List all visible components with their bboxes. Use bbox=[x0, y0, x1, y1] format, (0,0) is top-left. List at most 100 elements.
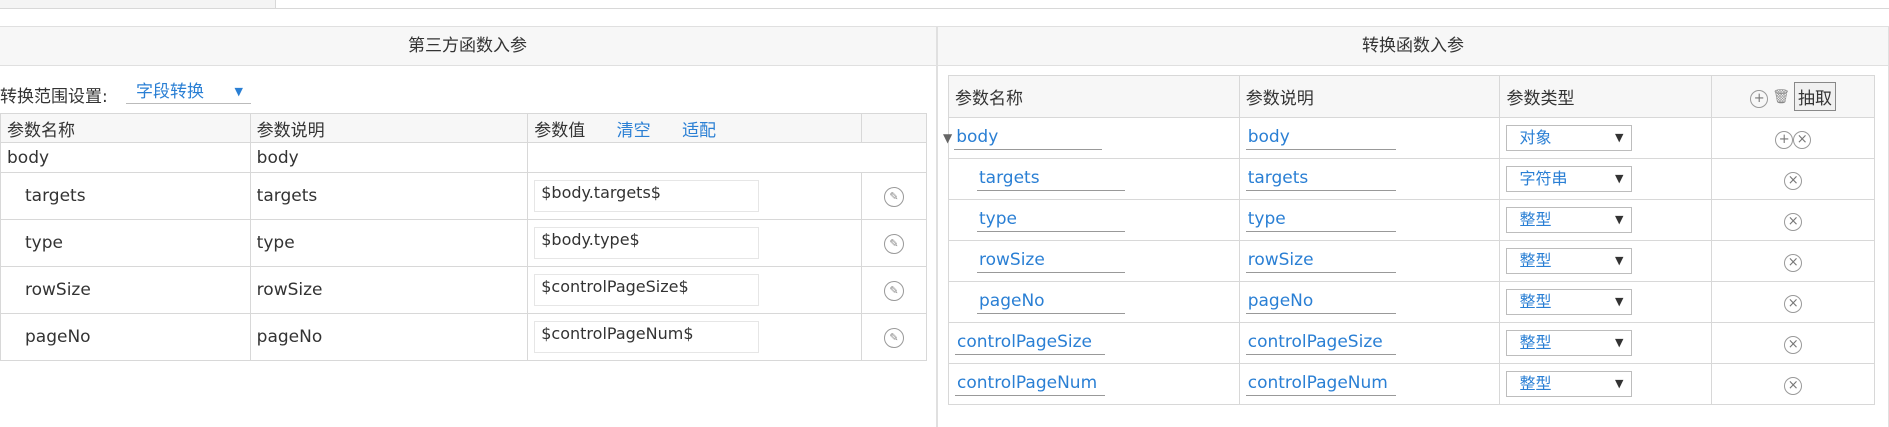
param-name-input[interactable]: controlPageSize bbox=[955, 332, 1105, 355]
type-cell: 整型 ▼ bbox=[1499, 281, 1713, 323]
table-row: targets targets 字符串 ▼ × bbox=[948, 158, 1875, 200]
table-row: controlPageNum controlPageNum 整型 ▼ × bbox=[948, 363, 1875, 405]
type-value: 整型 bbox=[1519, 251, 1552, 270]
param-name: rowSize bbox=[0, 266, 251, 314]
param-value-cell: $controlPageNum$ bbox=[527, 313, 863, 361]
name-cell: controlPageSize bbox=[948, 322, 1240, 364]
name-cell: type bbox=[948, 199, 1240, 241]
col-header-desc: 参数说明 bbox=[1238, 75, 1501, 118]
action-cell: × bbox=[1711, 281, 1875, 323]
x-circle-icon[interactable]: × bbox=[1784, 253, 1803, 272]
desc-cell: pageNo bbox=[1238, 281, 1501, 323]
action-cell: × bbox=[1711, 363, 1875, 405]
third-party-params-table: 参数名称 参数说明 参数值 清空 适配 body body targets ta… bbox=[0, 113, 927, 361]
param-name-input[interactable]: targets bbox=[977, 168, 1125, 191]
x-circle-icon[interactable]: × bbox=[1784, 335, 1803, 354]
param-name-input[interactable]: body bbox=[954, 127, 1103, 150]
range-label: 转换范围设置: bbox=[0, 87, 108, 107]
type-select[interactable]: 字符串 ▼ bbox=[1506, 166, 1633, 192]
param-desc: pageNo bbox=[249, 313, 529, 361]
col-header-desc: 参数说明 bbox=[249, 113, 529, 143]
col-header-type: 参数类型 bbox=[1499, 75, 1713, 118]
type-cell: 整型 ▼ bbox=[1499, 240, 1713, 282]
table-row: rowSize rowSize $controlPageSize$ ✎ bbox=[0, 266, 927, 314]
type-select[interactable]: 整型 ▼ bbox=[1506, 207, 1633, 233]
table-row: type type 整型 ▼ × bbox=[948, 199, 1875, 241]
type-cell: 对象 ▼ bbox=[1499, 117, 1713, 159]
range-select[interactable]: 字段转换 ▼ bbox=[126, 80, 251, 104]
type-value: 字符串 bbox=[1519, 169, 1568, 188]
top-tab[interactable] bbox=[0, 0, 276, 8]
chevron-down-icon: ▼ bbox=[234, 85, 243, 98]
chevron-down-icon: ▼ bbox=[1615, 131, 1624, 144]
type-value: 对象 bbox=[1519, 128, 1552, 147]
action-cell: ✎ bbox=[861, 219, 927, 267]
param-desc-input[interactable]: type bbox=[1245, 209, 1396, 232]
table-row: targets targets $body.targets$ ✎ bbox=[0, 172, 927, 220]
param-desc-input[interactable]: targets bbox=[1245, 168, 1396, 191]
chevron-down-icon: ▼ bbox=[1615, 336, 1624, 349]
plus-circle-icon[interactable]: + bbox=[1775, 130, 1794, 149]
match-link[interactable]: 适配 bbox=[682, 121, 716, 141]
type-select[interactable]: 整型 ▼ bbox=[1506, 330, 1633, 356]
name-cell: targets bbox=[948, 158, 1240, 200]
param-desc-input[interactable]: controlPageSize bbox=[1245, 332, 1396, 355]
type-value: 整型 bbox=[1519, 210, 1552, 229]
param-name-input[interactable]: rowSize bbox=[977, 250, 1125, 273]
type-value: 整型 bbox=[1519, 292, 1552, 311]
name-cell: ▼ body bbox=[943, 117, 1240, 159]
col-header-name: 参数名称 bbox=[0, 113, 251, 143]
chevron-down-icon: ▼ bbox=[1615, 254, 1624, 267]
desc-cell: targets bbox=[1238, 158, 1501, 200]
action-cell: ✎ bbox=[861, 313, 927, 361]
desc-cell: body bbox=[1238, 117, 1501, 159]
param-name-input[interactable]: controlPageNum bbox=[955, 373, 1105, 396]
x-circle-icon[interactable]: × bbox=[1784, 212, 1803, 231]
action-cell: × bbox=[1711, 240, 1875, 282]
x-circle-icon[interactable]: × bbox=[1784, 171, 1803, 190]
type-select[interactable]: 整型 ▼ bbox=[1506, 289, 1633, 315]
type-cell: 字符串 ▼ bbox=[1499, 158, 1713, 200]
param-desc-input[interactable]: rowSize bbox=[1245, 250, 1396, 273]
type-value: 整型 bbox=[1519, 333, 1552, 352]
param-name-input[interactable]: type bbox=[977, 209, 1125, 232]
table-row: pageNo pageNo $controlPageNum$ ✎ bbox=[0, 313, 927, 361]
param-value-input[interactable]: $controlPageNum$ bbox=[534, 321, 760, 353]
plus-circle-icon[interactable]: + bbox=[1750, 89, 1769, 108]
type-select[interactable]: 对象 ▼ bbox=[1506, 125, 1633, 151]
table-row: ▼ body body 对象 ▼ + × bbox=[943, 117, 1875, 159]
x-circle-icon[interactable]: × bbox=[1784, 294, 1803, 313]
x-circle-icon[interactable]: × bbox=[1793, 130, 1812, 149]
type-select[interactable]: 整型 ▼ bbox=[1506, 371, 1633, 397]
param-value-cell: $controlPageSize$ bbox=[527, 266, 863, 314]
clear-link[interactable]: 清空 bbox=[617, 121, 651, 141]
desc-cell: type bbox=[1238, 199, 1501, 241]
extract-button[interactable]: 抽取 bbox=[1794, 82, 1837, 111]
trash-icon[interactable]: 🗑 bbox=[1772, 89, 1790, 105]
param-desc: rowSize bbox=[249, 266, 529, 314]
param-desc-input[interactable]: pageNo bbox=[1245, 291, 1396, 314]
col-header-actions: + 🗑 抽取 bbox=[1711, 75, 1875, 118]
top-strip bbox=[0, 0, 1889, 9]
type-cell: 整型 ▼ bbox=[1499, 363, 1713, 405]
param-name-input[interactable]: pageNo bbox=[977, 291, 1125, 314]
range-select-value: 字段转换 bbox=[136, 82, 204, 102]
pencil-circle-icon[interactable]: ✎ bbox=[884, 187, 905, 207]
param-value-input[interactable]: $body.targets$ bbox=[534, 180, 760, 212]
param-desc: body bbox=[249, 142, 529, 173]
param-desc-input[interactable]: body bbox=[1245, 127, 1396, 150]
action-cell: × bbox=[1711, 158, 1875, 200]
name-cell: pageNo bbox=[948, 281, 1240, 323]
table-row: pageNo pageNo 整型 ▼ × bbox=[948, 281, 1875, 323]
param-name: targets bbox=[0, 172, 251, 220]
pencil-circle-icon[interactable]: ✎ bbox=[884, 328, 905, 348]
type-select[interactable]: 整型 ▼ bbox=[1506, 248, 1633, 274]
param-value-input[interactable]: $body.type$ bbox=[534, 227, 760, 259]
triangle-down-icon[interactable]: ▼ bbox=[943, 131, 952, 145]
x-circle-icon[interactable]: × bbox=[1784, 376, 1803, 395]
pencil-circle-icon[interactable]: ✎ bbox=[884, 281, 905, 301]
action-cell: ✎ bbox=[861, 266, 927, 314]
param-value-input[interactable]: $controlPageSize$ bbox=[534, 274, 760, 306]
pencil-circle-icon[interactable]: ✎ bbox=[884, 234, 905, 254]
param-desc-input[interactable]: controlPageNum bbox=[1245, 373, 1396, 396]
